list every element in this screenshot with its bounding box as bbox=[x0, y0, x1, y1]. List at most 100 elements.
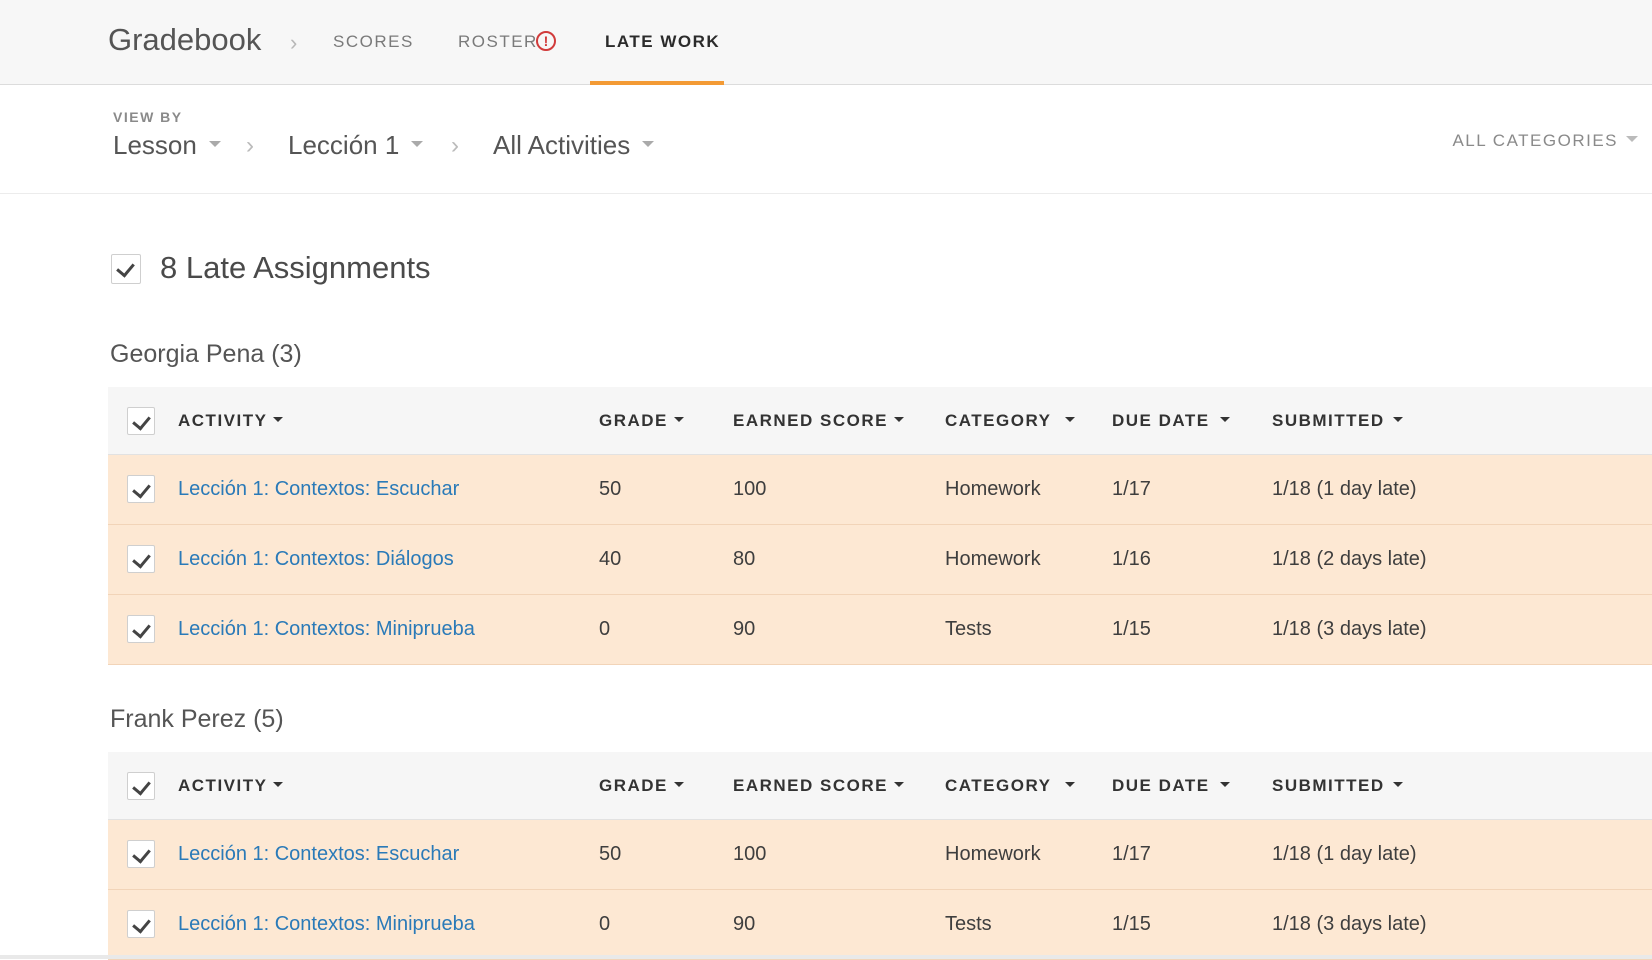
sort-grade[interactable]: GRADE bbox=[599, 411, 684, 431]
sort-grade[interactable]: GRADE bbox=[599, 776, 684, 796]
row-checkbox[interactable] bbox=[127, 475, 155, 503]
bottom-edge bbox=[0, 955, 1652, 959]
categories-dropdown[interactable]: ALL CATEGORIES bbox=[1452, 131, 1638, 151]
column-category: CATEGORY bbox=[945, 411, 1052, 430]
activity-link[interactable]: Lección 1: Contextos: Miniprueba bbox=[178, 618, 475, 641]
table-row: Lección 1: Contextos: Miniprueba 0 90 Te… bbox=[108, 890, 1652, 960]
activity-link[interactable]: Lección 1: Contextos: Escuchar bbox=[178, 843, 459, 866]
sort-caret-icon bbox=[893, 782, 904, 788]
submitted-value: 1/18 (3 days late) bbox=[1272, 618, 1427, 640]
sort-caret-icon bbox=[1065, 417, 1076, 423]
sort-due-date[interactable]: DUE DATE bbox=[1112, 411, 1230, 431]
view-by-bar: VIEW BY Lesson › Lección 1 › All Activit… bbox=[0, 86, 1652, 194]
sort-caret-icon bbox=[273, 417, 284, 423]
earned-score-value: 90 bbox=[733, 618, 756, 640]
select-all-checkbox[interactable] bbox=[111, 254, 141, 284]
column-grade: GRADE bbox=[599, 776, 668, 795]
sort-caret-icon bbox=[273, 782, 284, 788]
tab-scores[interactable]: SCORES bbox=[333, 32, 414, 52]
sort-category[interactable]: CATEGORY bbox=[945, 411, 1076, 431]
row-checkbox[interactable] bbox=[127, 615, 155, 643]
sort-caret-icon bbox=[1219, 417, 1230, 423]
chevron-right-icon: › bbox=[290, 30, 298, 55]
tab-late-work[interactable]: LATE WORK bbox=[605, 32, 720, 52]
check-icon bbox=[132, 479, 151, 499]
table-row: Lección 1: Contextos: Diálogos 40 80 Hom… bbox=[108, 525, 1652, 595]
student-name: Frank Perez (5) bbox=[110, 705, 284, 733]
due-date-value: 1/16 bbox=[1112, 548, 1151, 570]
table-row: Lección 1: Contextos: Escuchar 50 100 Ho… bbox=[108, 455, 1652, 525]
column-due-date: DUE DATE bbox=[1112, 411, 1210, 430]
lesson-value: Lección 1 bbox=[288, 130, 400, 160]
check-icon bbox=[132, 549, 151, 569]
submitted-value: 1/18 (1 day late) bbox=[1272, 843, 1417, 865]
sort-due-date[interactable]: DUE DATE bbox=[1112, 776, 1230, 796]
sort-earned-score[interactable]: EARNED SCORE bbox=[733, 411, 904, 431]
chevron-right-icon: › bbox=[246, 132, 254, 159]
view-by-label: VIEW BY bbox=[113, 109, 183, 125]
sort-activity[interactable]: ACTIVITY bbox=[178, 776, 284, 796]
student-name: Georgia Pena (3) bbox=[110, 340, 302, 368]
header-checkbox[interactable] bbox=[127, 772, 155, 800]
sort-submitted[interactable]: SUBMITTED bbox=[1272, 411, 1403, 431]
sort-category[interactable]: CATEGORY bbox=[945, 776, 1076, 796]
sort-caret-icon bbox=[1392, 417, 1403, 423]
category-value: Homework bbox=[945, 843, 1041, 865]
due-date-value: 1/17 bbox=[1112, 478, 1151, 500]
tab-roster[interactable]: ROSTER bbox=[458, 32, 538, 52]
top-nav: Gradebook › SCORES ROSTER ! LATE WORK bbox=[0, 0, 1652, 85]
column-submitted: SUBMITTED bbox=[1272, 411, 1385, 430]
late-work-table: ACTIVITY GRADE EARNED SCORE CATEGORY DUE… bbox=[108, 387, 1652, 665]
column-activity: ACTIVITY bbox=[178, 776, 268, 795]
view-level-value: Lesson bbox=[113, 130, 197, 160]
category-value: Homework bbox=[945, 548, 1041, 570]
earned-score-value: 90 bbox=[733, 913, 756, 935]
row-checkbox[interactable] bbox=[127, 545, 155, 573]
caret-down-icon bbox=[642, 141, 655, 148]
column-grade: GRADE bbox=[599, 411, 668, 430]
activity-link[interactable]: Lección 1: Contextos: Diálogos bbox=[178, 548, 454, 571]
category-value: Tests bbox=[945, 913, 992, 935]
view-level-dropdown[interactable]: Lesson bbox=[113, 130, 221, 161]
earned-score-value: 100 bbox=[733, 478, 767, 500]
caret-down-icon bbox=[208, 141, 221, 148]
chevron-right-icon: › bbox=[451, 132, 459, 159]
late-assignments-title: 8 Late Assignments bbox=[160, 250, 431, 285]
grade-value: 50 bbox=[599, 843, 622, 865]
activity-link[interactable]: Lección 1: Contextos: Miniprueba bbox=[178, 913, 475, 936]
header-checkbox[interactable] bbox=[127, 407, 155, 435]
late-work-table: ACTIVITY GRADE EARNED SCORE CATEGORY DUE… bbox=[108, 752, 1652, 960]
app-title[interactable]: Gradebook bbox=[108, 22, 261, 58]
sort-caret-icon bbox=[673, 417, 684, 423]
sort-caret-icon bbox=[1219, 782, 1230, 788]
earned-score-value: 80 bbox=[733, 548, 756, 570]
sort-caret-icon bbox=[673, 782, 684, 788]
column-earned-score: EARNED SCORE bbox=[733, 776, 888, 795]
activity-link[interactable]: Lección 1: Contextos: Escuchar bbox=[178, 478, 459, 501]
lesson-dropdown[interactable]: Lección 1 bbox=[288, 130, 424, 161]
check-icon bbox=[116, 258, 135, 278]
sort-activity[interactable]: ACTIVITY bbox=[178, 411, 284, 431]
submitted-value: 1/18 (2 days late) bbox=[1272, 548, 1427, 570]
due-date-value: 1/15 bbox=[1112, 618, 1151, 640]
table-header: ACTIVITY GRADE EARNED SCORE CATEGORY DUE… bbox=[108, 387, 1652, 455]
sort-submitted[interactable]: SUBMITTED bbox=[1272, 776, 1403, 796]
alert-icon: ! bbox=[536, 31, 556, 51]
submitted-value: 1/18 (1 day late) bbox=[1272, 478, 1417, 500]
caret-down-icon bbox=[1626, 135, 1638, 142]
column-earned-score: EARNED SCORE bbox=[733, 411, 888, 430]
activities-value: All Activities bbox=[493, 130, 631, 160]
category-value: Homework bbox=[945, 478, 1041, 500]
activities-dropdown[interactable]: All Activities bbox=[493, 130, 655, 161]
row-checkbox[interactable] bbox=[127, 910, 155, 938]
grade-value: 0 bbox=[599, 913, 611, 935]
check-icon bbox=[132, 844, 151, 864]
submitted-value: 1/18 (3 days late) bbox=[1272, 913, 1427, 935]
sort-caret-icon bbox=[1392, 782, 1403, 788]
active-tab-indicator bbox=[590, 81, 724, 85]
table-row: Lección 1: Contextos: Miniprueba 0 90 Te… bbox=[108, 595, 1652, 665]
due-date-value: 1/17 bbox=[1112, 843, 1151, 865]
column-activity: ACTIVITY bbox=[178, 411, 268, 430]
sort-earned-score[interactable]: EARNED SCORE bbox=[733, 776, 904, 796]
row-checkbox[interactable] bbox=[127, 840, 155, 868]
